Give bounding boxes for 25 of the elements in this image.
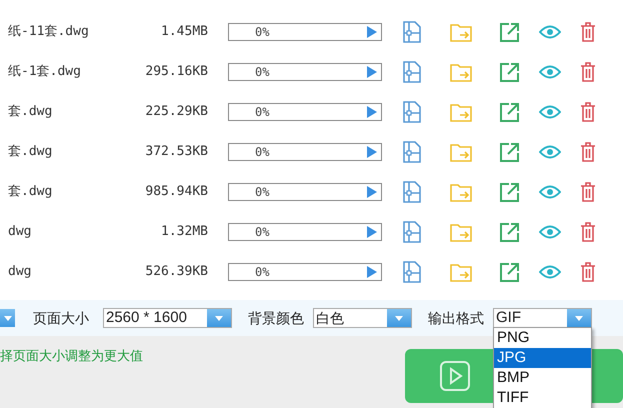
output-format-label: 输出格式 xyxy=(428,308,484,328)
file-name: 套.dwg xyxy=(7,103,52,122)
hint-text: 择页面大小调整为更大值 xyxy=(0,347,143,365)
file-name: 套.dwg xyxy=(7,183,52,202)
file-name: 套.dwg xyxy=(7,143,52,162)
progress-text: 0% xyxy=(255,24,270,41)
progress-text: 0% xyxy=(255,264,270,281)
progress-text: 0% xyxy=(255,224,270,241)
file-name: 纸-11套.dwg xyxy=(7,23,89,42)
file-name: dwg xyxy=(7,263,32,282)
file-name: 纸-1套.dwg xyxy=(7,63,81,82)
background-color-label: 背景颜色 xyxy=(248,308,304,328)
file-size: 295.16KB xyxy=(145,63,208,82)
page-size-label: 页面大小 xyxy=(33,308,89,328)
file-size: 1.32MB xyxy=(161,223,208,242)
progress-text: 0% xyxy=(255,144,270,161)
file-size: 526.39KB xyxy=(145,263,208,282)
progress-text: 0% xyxy=(255,184,270,201)
file-name: dwg xyxy=(7,223,32,242)
progress-text: 0% xyxy=(255,64,270,81)
file-size: 225.29KB xyxy=(145,103,208,122)
file-size: 372.53KB xyxy=(145,143,208,162)
file-size: 1.45MB xyxy=(161,23,208,42)
file-size: 985.94KB xyxy=(145,183,208,202)
progress-text: 0% xyxy=(255,104,270,121)
